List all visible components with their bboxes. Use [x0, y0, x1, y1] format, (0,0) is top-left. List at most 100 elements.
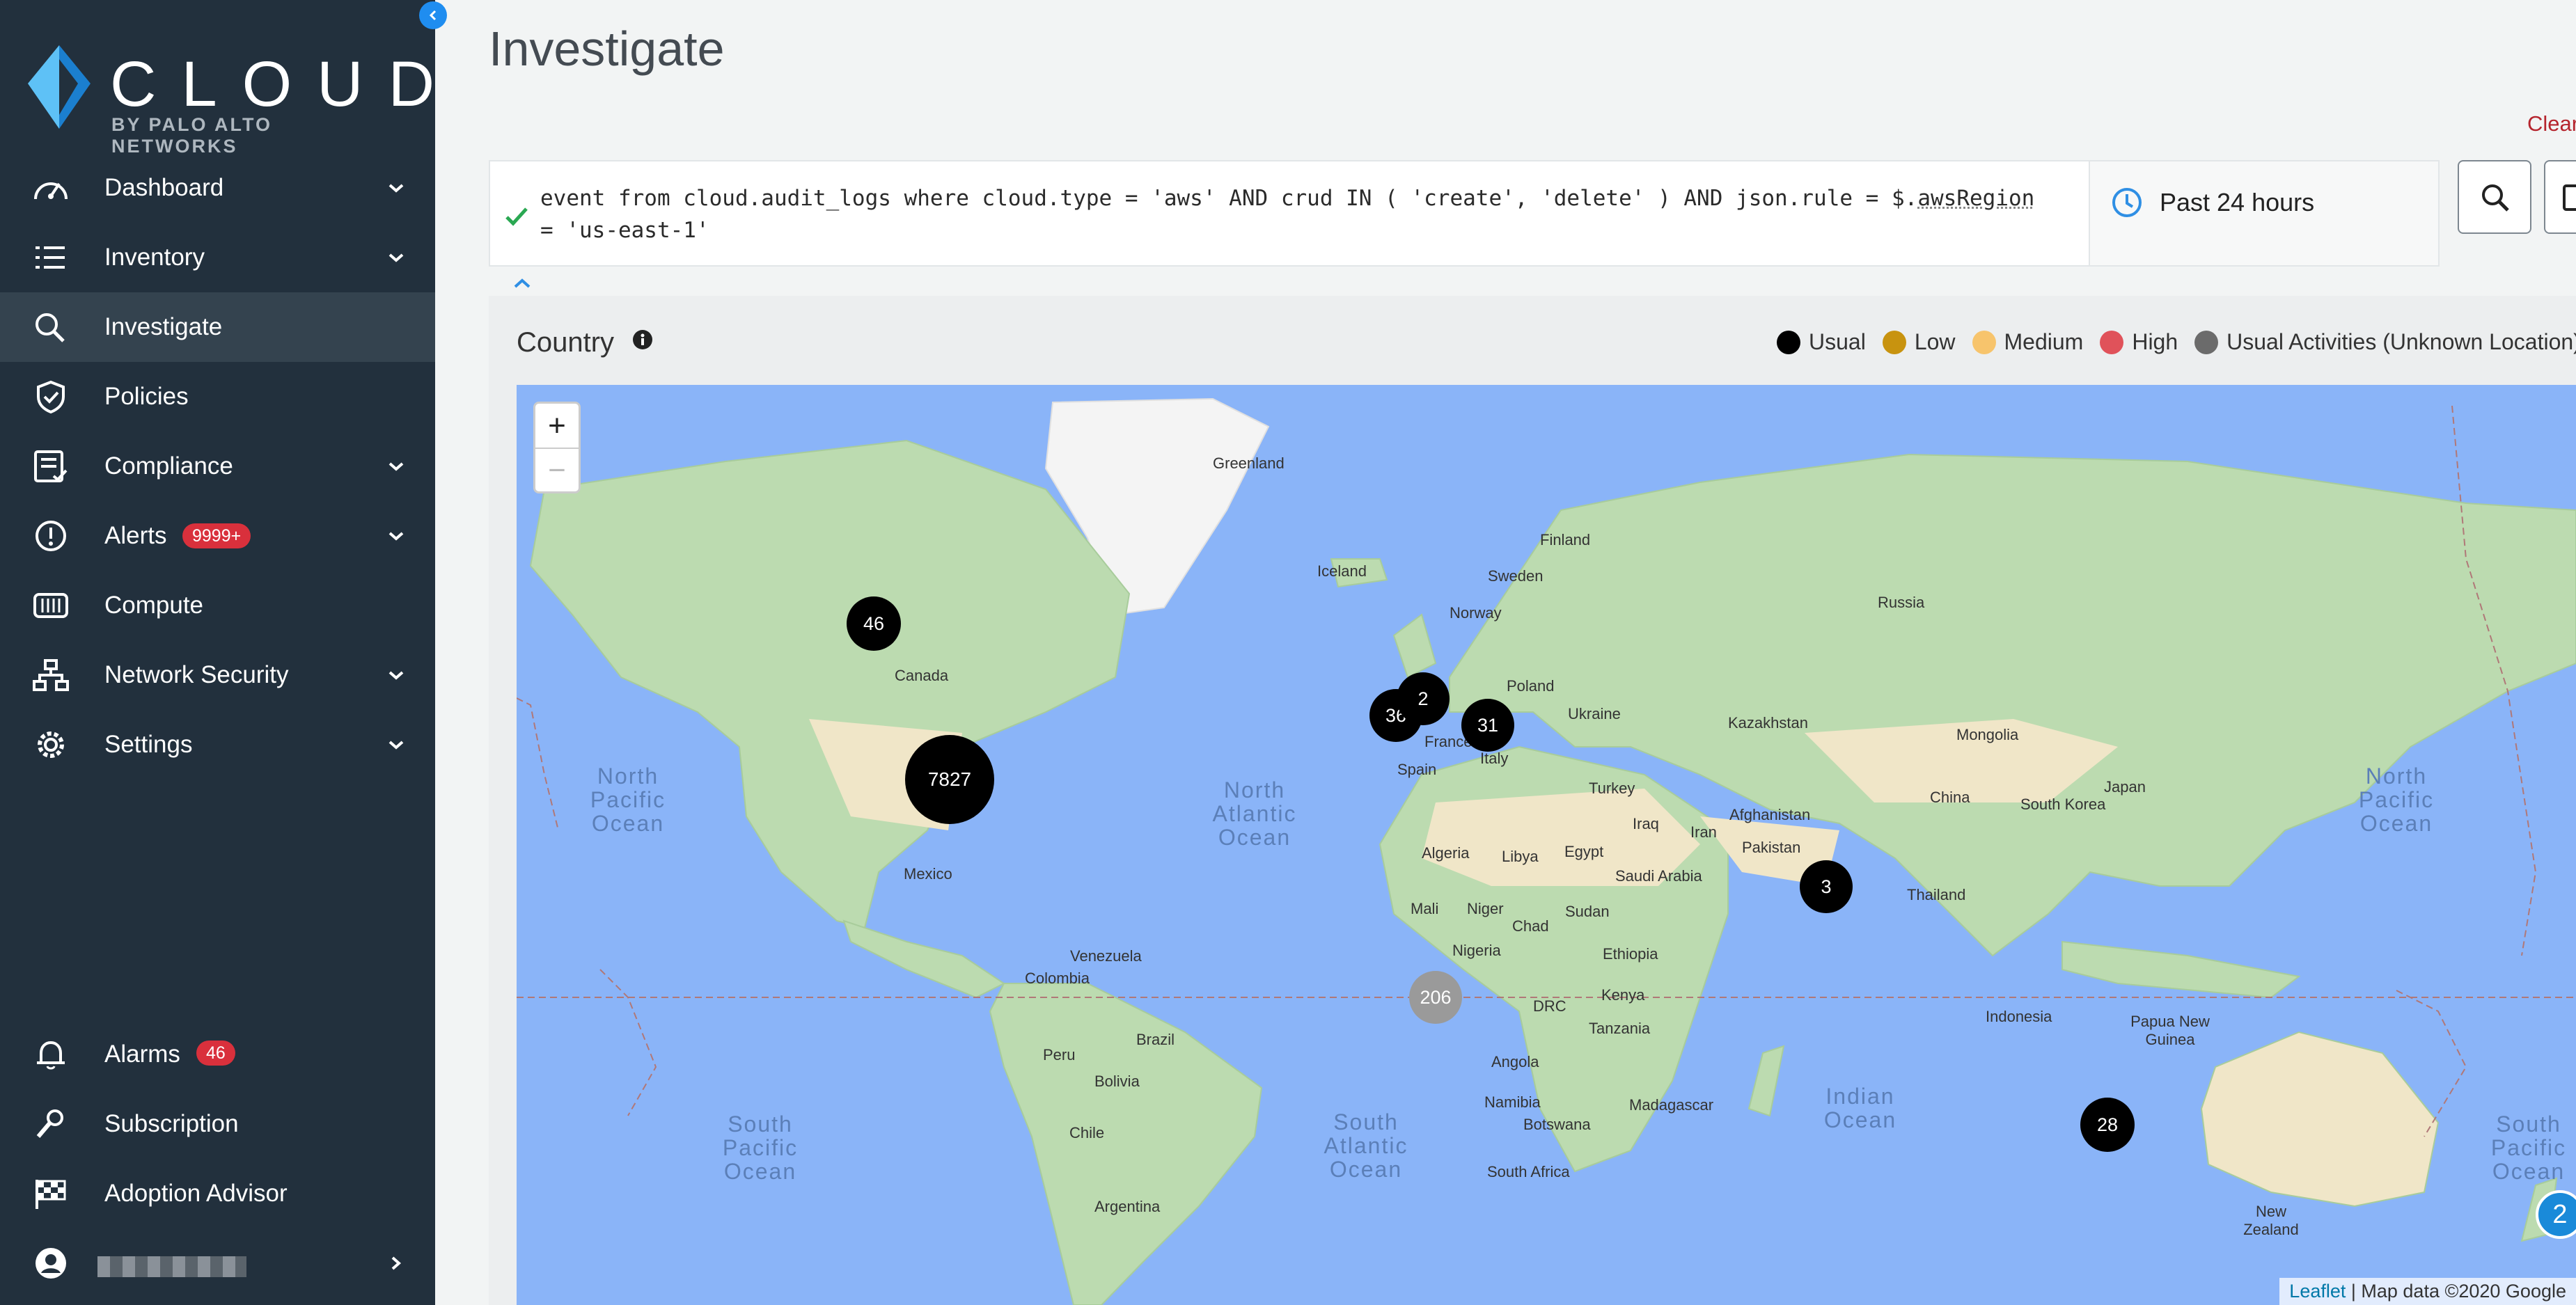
sidebar-item-label: Adoption Advisor — [104, 1180, 288, 1207]
checklist-icon — [34, 450, 68, 482]
map-cluster-marker[interactable]: 31 — [1461, 699, 1514, 752]
clear-link[interactable]: Clear — [2527, 111, 2576, 136]
legend-dot — [1972, 330, 1996, 354]
map-label: Kazakhstan — [1728, 714, 1808, 731]
ocean-label: South Pacific Ocean — [2490, 1112, 2567, 1184]
legend-label: Medium — [2004, 329, 2084, 354]
sidebar-item-policies[interactable]: Policies — [0, 362, 435, 432]
sidebar-item-label: Inventory — [104, 244, 205, 271]
sidebar-item-investigate[interactable]: Investigate — [0, 292, 435, 362]
query-editor[interactable]: event from cloud.audit_logs where cloud.… — [489, 160, 2090, 267]
map-cluster-marker[interactable]: 2 — [1397, 672, 1450, 725]
map-label: Russia — [1878, 594, 1925, 611]
map-label: New Zealand — [2243, 1203, 2299, 1238]
map-cluster-marker[interactable]: 28 — [2080, 1098, 2135, 1152]
sidebar-item-alarms[interactable]: Alarms 46 — [0, 1020, 435, 1089]
map-label: Mali — [1411, 900, 1439, 917]
legend-item-low[interactable]: Low — [1882, 329, 1956, 355]
map-label: Iraq — [1633, 815, 1659, 832]
legend-label: Usual — [1809, 329, 1866, 354]
map-label: Indonesia — [1986, 1008, 2052, 1025]
user-avatar-icon — [36, 1248, 66, 1279]
chevron-down-icon — [388, 184, 404, 193]
sidebar-item-compliance[interactable]: Compliance — [0, 432, 435, 501]
map-label: Greenland — [1213, 454, 1285, 472]
save-icon — [2563, 184, 2576, 211]
sidebar: CLOUD BY PALO ALTO NETWORKS Dashboard In… — [0, 0, 435, 1305]
legend-item-medium[interactable]: Medium — [1972, 329, 2084, 355]
leaflet-link[interactable]: Leaflet — [2289, 1281, 2346, 1302]
ocean-label: South Pacific Ocean — [722, 1112, 799, 1184]
world-map[interactable]: + − Greenland Iceland Finland Sweden Nor… — [517, 385, 2576, 1305]
legend-label: High — [2132, 329, 2178, 354]
collapse-sidebar-button[interactable] — [419, 1, 447, 29]
zoom-out-button[interactable]: − — [535, 448, 579, 491]
list-icon — [36, 246, 65, 269]
map-label: Venezuela — [1070, 947, 1142, 965]
map-label: Nigeria — [1452, 942, 1501, 959]
map-label: Norway — [1450, 604, 1502, 622]
brand-logo[interactable]: CLOUD BY PALO ALTO NETWORKS — [28, 45, 434, 157]
compute-icon — [33, 593, 68, 618]
chevron-right-icon — [391, 1256, 402, 1270]
sidebar-item-user-profile[interactable] — [0, 1228, 435, 1298]
search-button[interactable] — [2458, 160, 2531, 234]
legend-dot — [1777, 330, 1800, 354]
sidebar-item-subscription[interactable]: Subscription — [0, 1089, 435, 1159]
map-label: Italy — [1480, 750, 1509, 767]
sidebar-item-settings[interactable]: Settings — [0, 710, 435, 780]
network-icon — [33, 659, 69, 691]
sidebar-item-inventory[interactable]: Inventory — [0, 223, 435, 292]
alerts-count-badge: 9999+ — [182, 523, 251, 548]
legend-label: Usual Activities (Unknown Location) — [2226, 329, 2576, 354]
map-label: Namibia — [1484, 1093, 1541, 1111]
page-title: Investigate — [489, 22, 725, 76]
save-query-button[interactable] — [2544, 160, 2576, 234]
map-label: Iceland — [1317, 562, 1367, 580]
map-label: Niger — [1467, 900, 1504, 917]
map-label: Turkey — [1589, 780, 1635, 797]
legend-item-unknown[interactable]: Usual Activities (Unknown Location) — [2194, 329, 2576, 355]
map-cluster-marker[interactable]: 3 — [1800, 860, 1853, 913]
sidebar-item-adoption-advisor[interactable]: Adoption Advisor — [0, 1159, 435, 1228]
logo-icon — [28, 45, 91, 129]
map-cluster-marker[interactable]: 46 — [847, 596, 901, 651]
map-legend: Usual Low Medium High Usual Activities (… — [1777, 329, 2576, 355]
sidebar-nav: Dashboard Inventory Investigate Policies… — [0, 153, 435, 780]
info-icon[interactable] — [632, 329, 653, 350]
map-label: Iran — [1690, 823, 1717, 841]
query-variable: awsRegion — [1917, 186, 2035, 211]
chevron-up-icon[interactable] — [512, 277, 532, 290]
map-cluster-marker-unknown[interactable]: 206 — [1409, 971, 1462, 1024]
time-range-label: Past 24 hours — [2160, 188, 2315, 216]
map-label: Chile — [1069, 1124, 1105, 1141]
map-label: Papua New Guinea — [2130, 1013, 2210, 1048]
legend-dot — [2100, 330, 2124, 354]
query-text[interactable]: event from cloud.audit_logs where cloud.… — [540, 182, 2051, 246]
map-label: South Korea — [2020, 796, 2106, 813]
sidebar-item-label: Network Security — [104, 661, 289, 688]
sidebar-item-dashboard[interactable]: Dashboard — [0, 153, 435, 223]
sidebar-item-network-security[interactable]: Network Security — [0, 640, 435, 710]
gauge-icon — [34, 182, 68, 200]
zoom-in-button[interactable]: + — [535, 404, 579, 448]
legend-dot — [2194, 330, 2219, 354]
sidebar-item-label: Dashboard — [104, 174, 224, 201]
map-label: Tanzania — [1589, 1020, 1651, 1037]
sidebar-item-label: Settings — [104, 731, 193, 758]
map-label: Sudan — [1565, 903, 1610, 920]
map-label: Kenya — [1601, 986, 1645, 1004]
flag-icon — [36, 1180, 66, 1209]
map-label: Sweden — [1488, 567, 1544, 585]
map-cluster-marker[interactable]: 7827 — [905, 735, 994, 824]
legend-item-high[interactable]: High — [2100, 329, 2178, 355]
legend-item-usual[interactable]: Usual — [1777, 329, 1866, 355]
sidebar-item-compute[interactable]: Compute — [0, 571, 435, 640]
time-range-picker[interactable]: Past 24 hours — [2090, 160, 2440, 267]
chevron-down-icon — [388, 532, 404, 541]
map-label: Chad — [1512, 917, 1549, 935]
map-label: South Africa — [1487, 1163, 1570, 1180]
query-text-end: = 'us-east-1' — [540, 218, 709, 243]
legend-dot — [1882, 330, 1906, 354]
sidebar-item-alerts[interactable]: Alerts 9999+ — [0, 501, 435, 571]
